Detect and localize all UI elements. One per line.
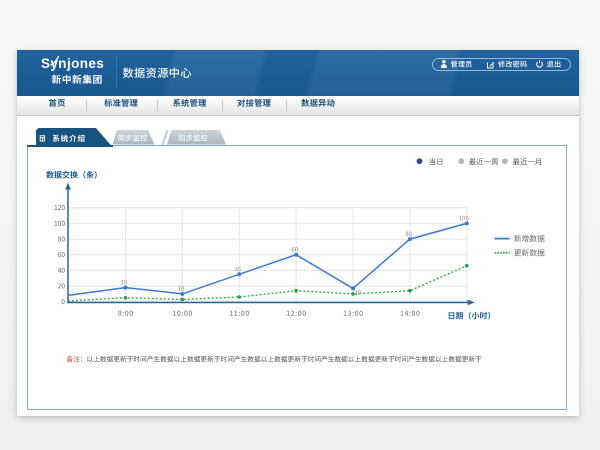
- svg-text:Synjones: Synjones: [41, 56, 104, 71]
